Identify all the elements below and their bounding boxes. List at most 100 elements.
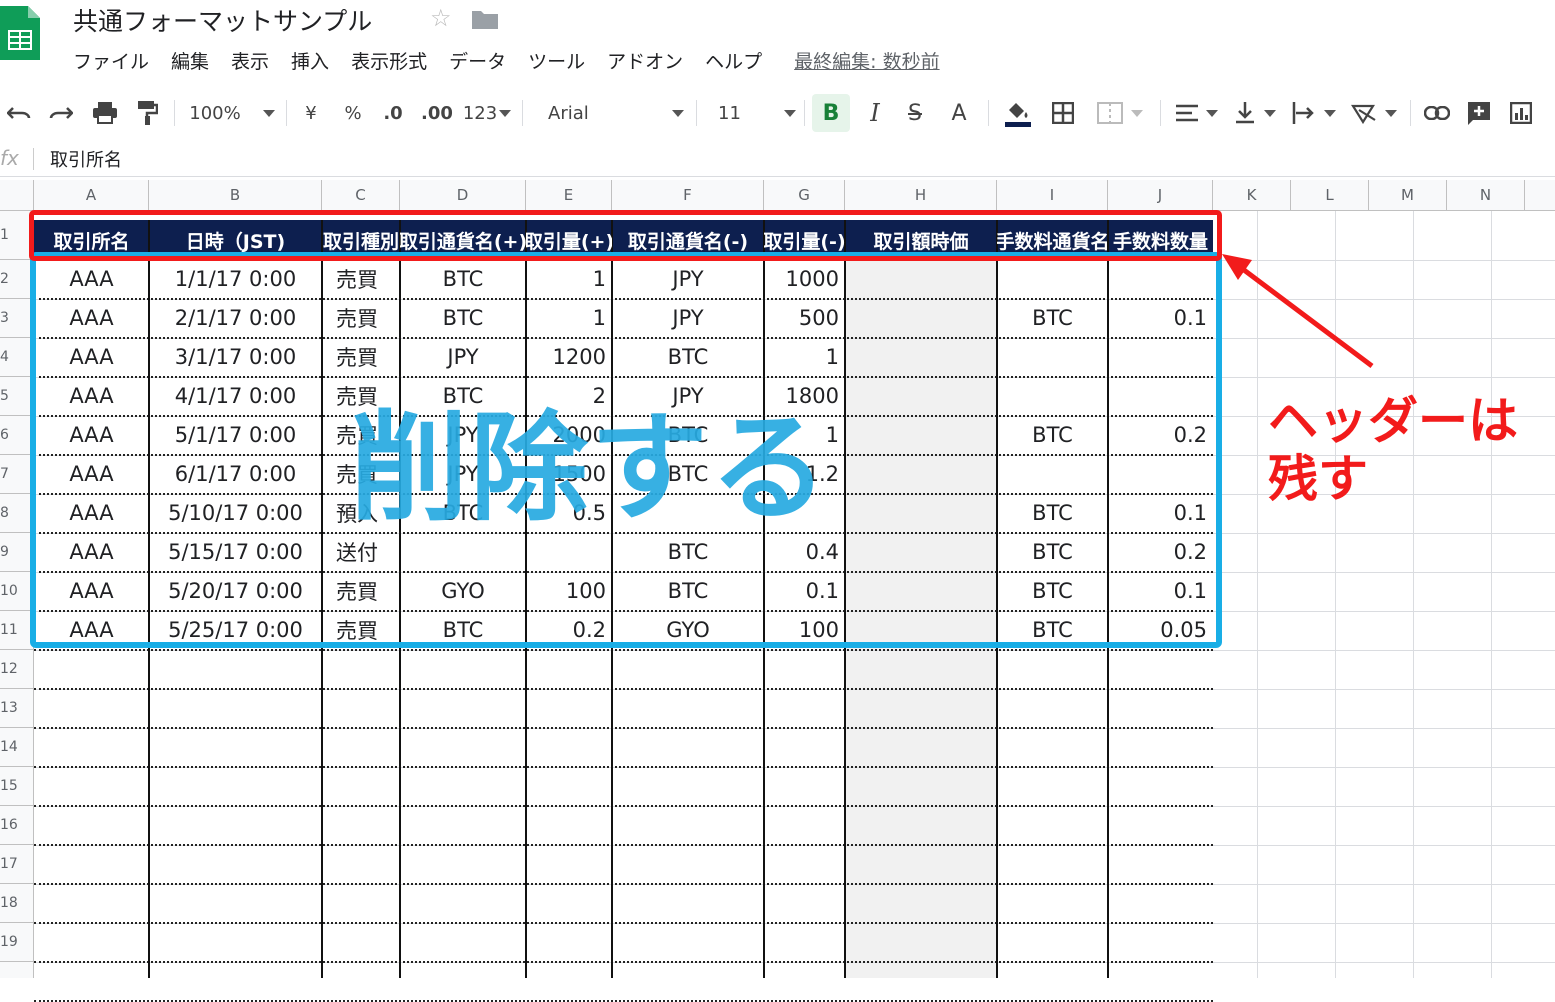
column-header-c[interactable]: C	[322, 180, 400, 210]
currency-format-button[interactable]: ¥	[298, 92, 324, 134]
row-border	[34, 688, 1213, 690]
formula-input[interactable]: 取引所名	[50, 146, 122, 172]
column-headers: A B C D E F G H I J K L M N	[0, 180, 1555, 211]
folder-icon[interactable]	[472, 9, 498, 29]
formula-bar-border	[0, 176, 1555, 177]
column-header-e[interactable]: E	[526, 180, 612, 210]
annotation-arrow-icon	[1222, 254, 1374, 368]
row-header[interactable]: 16	[0, 806, 33, 845]
font-name: Arial	[548, 102, 589, 124]
row-header[interactable]: 5	[0, 377, 33, 416]
fx-icon: fx	[0, 146, 19, 170]
menu-file[interactable]: ファイル	[73, 47, 149, 74]
row-header[interactable]: 14	[0, 728, 33, 767]
column-header-j[interactable]: J	[1108, 180, 1213, 210]
row-header[interactable]: 8	[0, 494, 33, 533]
text-rotation-icon[interactable]	[1348, 92, 1400, 134]
paint-format-icon[interactable]	[130, 92, 164, 134]
row-header[interactable]: 18	[0, 884, 33, 923]
borders-icon[interactable]	[1046, 92, 1080, 134]
more-formats-label: 123	[462, 102, 498, 124]
column-header-b[interactable]: B	[149, 180, 322, 210]
increase-decimal-button[interactable]: .00	[418, 92, 456, 134]
delete-annotation: 削除する	[350, 399, 831, 537]
menu-addons[interactable]: アドオン	[607, 47, 683, 74]
menu-data[interactable]: データ	[449, 47, 506, 74]
zoom-value: 100%	[189, 102, 241, 124]
print-icon[interactable]	[88, 92, 122, 134]
row-border	[34, 844, 1213, 846]
more-formats-button[interactable]: 123	[462, 92, 512, 134]
keep-header-annotation: ヘッダーは 残す	[1268, 392, 1518, 508]
row-border	[34, 805, 1213, 807]
row-border	[34, 961, 1213, 963]
toolbar: 100% ¥ % .0 .00 123 Arial 11 B I S A	[0, 92, 1555, 134]
horizontal-align-icon[interactable]	[1172, 92, 1222, 134]
header-row-highlight	[29, 210, 1222, 261]
decrease-decimal-button[interactable]: .0	[378, 92, 408, 134]
column-header-a[interactable]: A	[34, 180, 149, 210]
text-wrapping-icon[interactable]	[1288, 92, 1340, 134]
row-border	[34, 922, 1213, 924]
column-header-n[interactable]: N	[1447, 180, 1525, 210]
column-header-g[interactable]: G	[764, 180, 845, 210]
sheets-logo-icon[interactable]	[0, 6, 40, 60]
row-header[interactable]: 12	[0, 650, 33, 689]
strikethrough-button[interactable]: S	[900, 92, 930, 134]
document-title[interactable]: 共通フォーマットサンプル	[73, 2, 372, 38]
column-header-i[interactable]: I	[997, 180, 1108, 210]
percent-format-button[interactable]: %	[340, 92, 366, 134]
text-color-button[interactable]: A	[944, 92, 974, 134]
font-select[interactable]: Arial	[540, 92, 684, 134]
insert-chart-icon[interactable]	[1504, 92, 1538, 134]
column-header-f[interactable]: F	[612, 180, 764, 210]
row-header[interactable]: 4	[0, 338, 33, 377]
menu-view[interactable]: 表示	[231, 47, 269, 74]
column-header-k[interactable]: K	[1213, 180, 1291, 210]
column-header-d[interactable]: D	[400, 180, 526, 210]
select-all-corner[interactable]	[0, 180, 34, 210]
row-header[interactable]: 17	[0, 845, 33, 884]
row-header[interactable]: 3	[0, 299, 33, 338]
keep-label-line1: ヘッダーは	[1268, 392, 1518, 450]
row-header[interactable]: 19	[0, 923, 33, 962]
column-header-l[interactable]: L	[1291, 180, 1369, 210]
star-icon[interactable]: ☆	[430, 4, 452, 32]
row-header[interactable]: 13	[0, 689, 33, 728]
row-headers: 1 2 3 4 5 6 7 8 9 10 11 12 13 14 15 16 1…	[0, 211, 34, 978]
menu-insert[interactable]: 挿入	[291, 47, 329, 74]
gridline	[1413, 211, 1414, 978]
row-header[interactable]: 2	[0, 260, 33, 299]
redo-icon[interactable]	[44, 92, 78, 134]
menu-help[interactable]: ヘルプ	[705, 47, 762, 74]
menu-bar: ファイル 編集 表示 挿入 表示形式 データ ツール アドオン ヘルプ 最終編集…	[73, 46, 962, 74]
row-header[interactable]: 9	[0, 533, 33, 572]
row-header[interactable]: 15	[0, 767, 33, 806]
row-border	[34, 883, 1213, 885]
row-header[interactable]: 10	[0, 572, 33, 611]
column-header-m[interactable]: M	[1369, 180, 1447, 210]
bold-button[interactable]: B	[812, 94, 850, 132]
row-border	[34, 766, 1213, 768]
menu-format[interactable]: 表示形式	[351, 47, 427, 74]
font-size-select[interactable]: 11	[710, 92, 796, 134]
menu-tools[interactable]: ツール	[528, 47, 585, 74]
row-header[interactable]: 11	[0, 611, 33, 650]
zoom-select[interactable]: 100%	[188, 92, 276, 134]
fill-color-icon[interactable]	[1000, 92, 1036, 134]
row-header[interactable]: 6	[0, 416, 33, 455]
last-edit-link[interactable]: 最終編集: 数秒前	[794, 47, 939, 74]
insert-comment-icon[interactable]	[1462, 92, 1496, 134]
insert-link-icon[interactable]	[1420, 92, 1454, 134]
italic-button[interactable]: I	[860, 92, 890, 134]
font-size-value: 11	[718, 102, 741, 124]
formula-divider	[33, 148, 34, 170]
undo-icon[interactable]	[2, 92, 36, 134]
merge-cells-icon[interactable]	[1090, 92, 1150, 134]
keep-label-line2: 残す	[1268, 450, 1368, 508]
vertical-align-icon[interactable]	[1230, 92, 1280, 134]
menu-edit[interactable]: 編集	[171, 47, 209, 74]
column-header-h[interactable]: H	[845, 180, 997, 210]
row-header[interactable]: 7	[0, 455, 33, 494]
row-border	[34, 649, 1213, 651]
